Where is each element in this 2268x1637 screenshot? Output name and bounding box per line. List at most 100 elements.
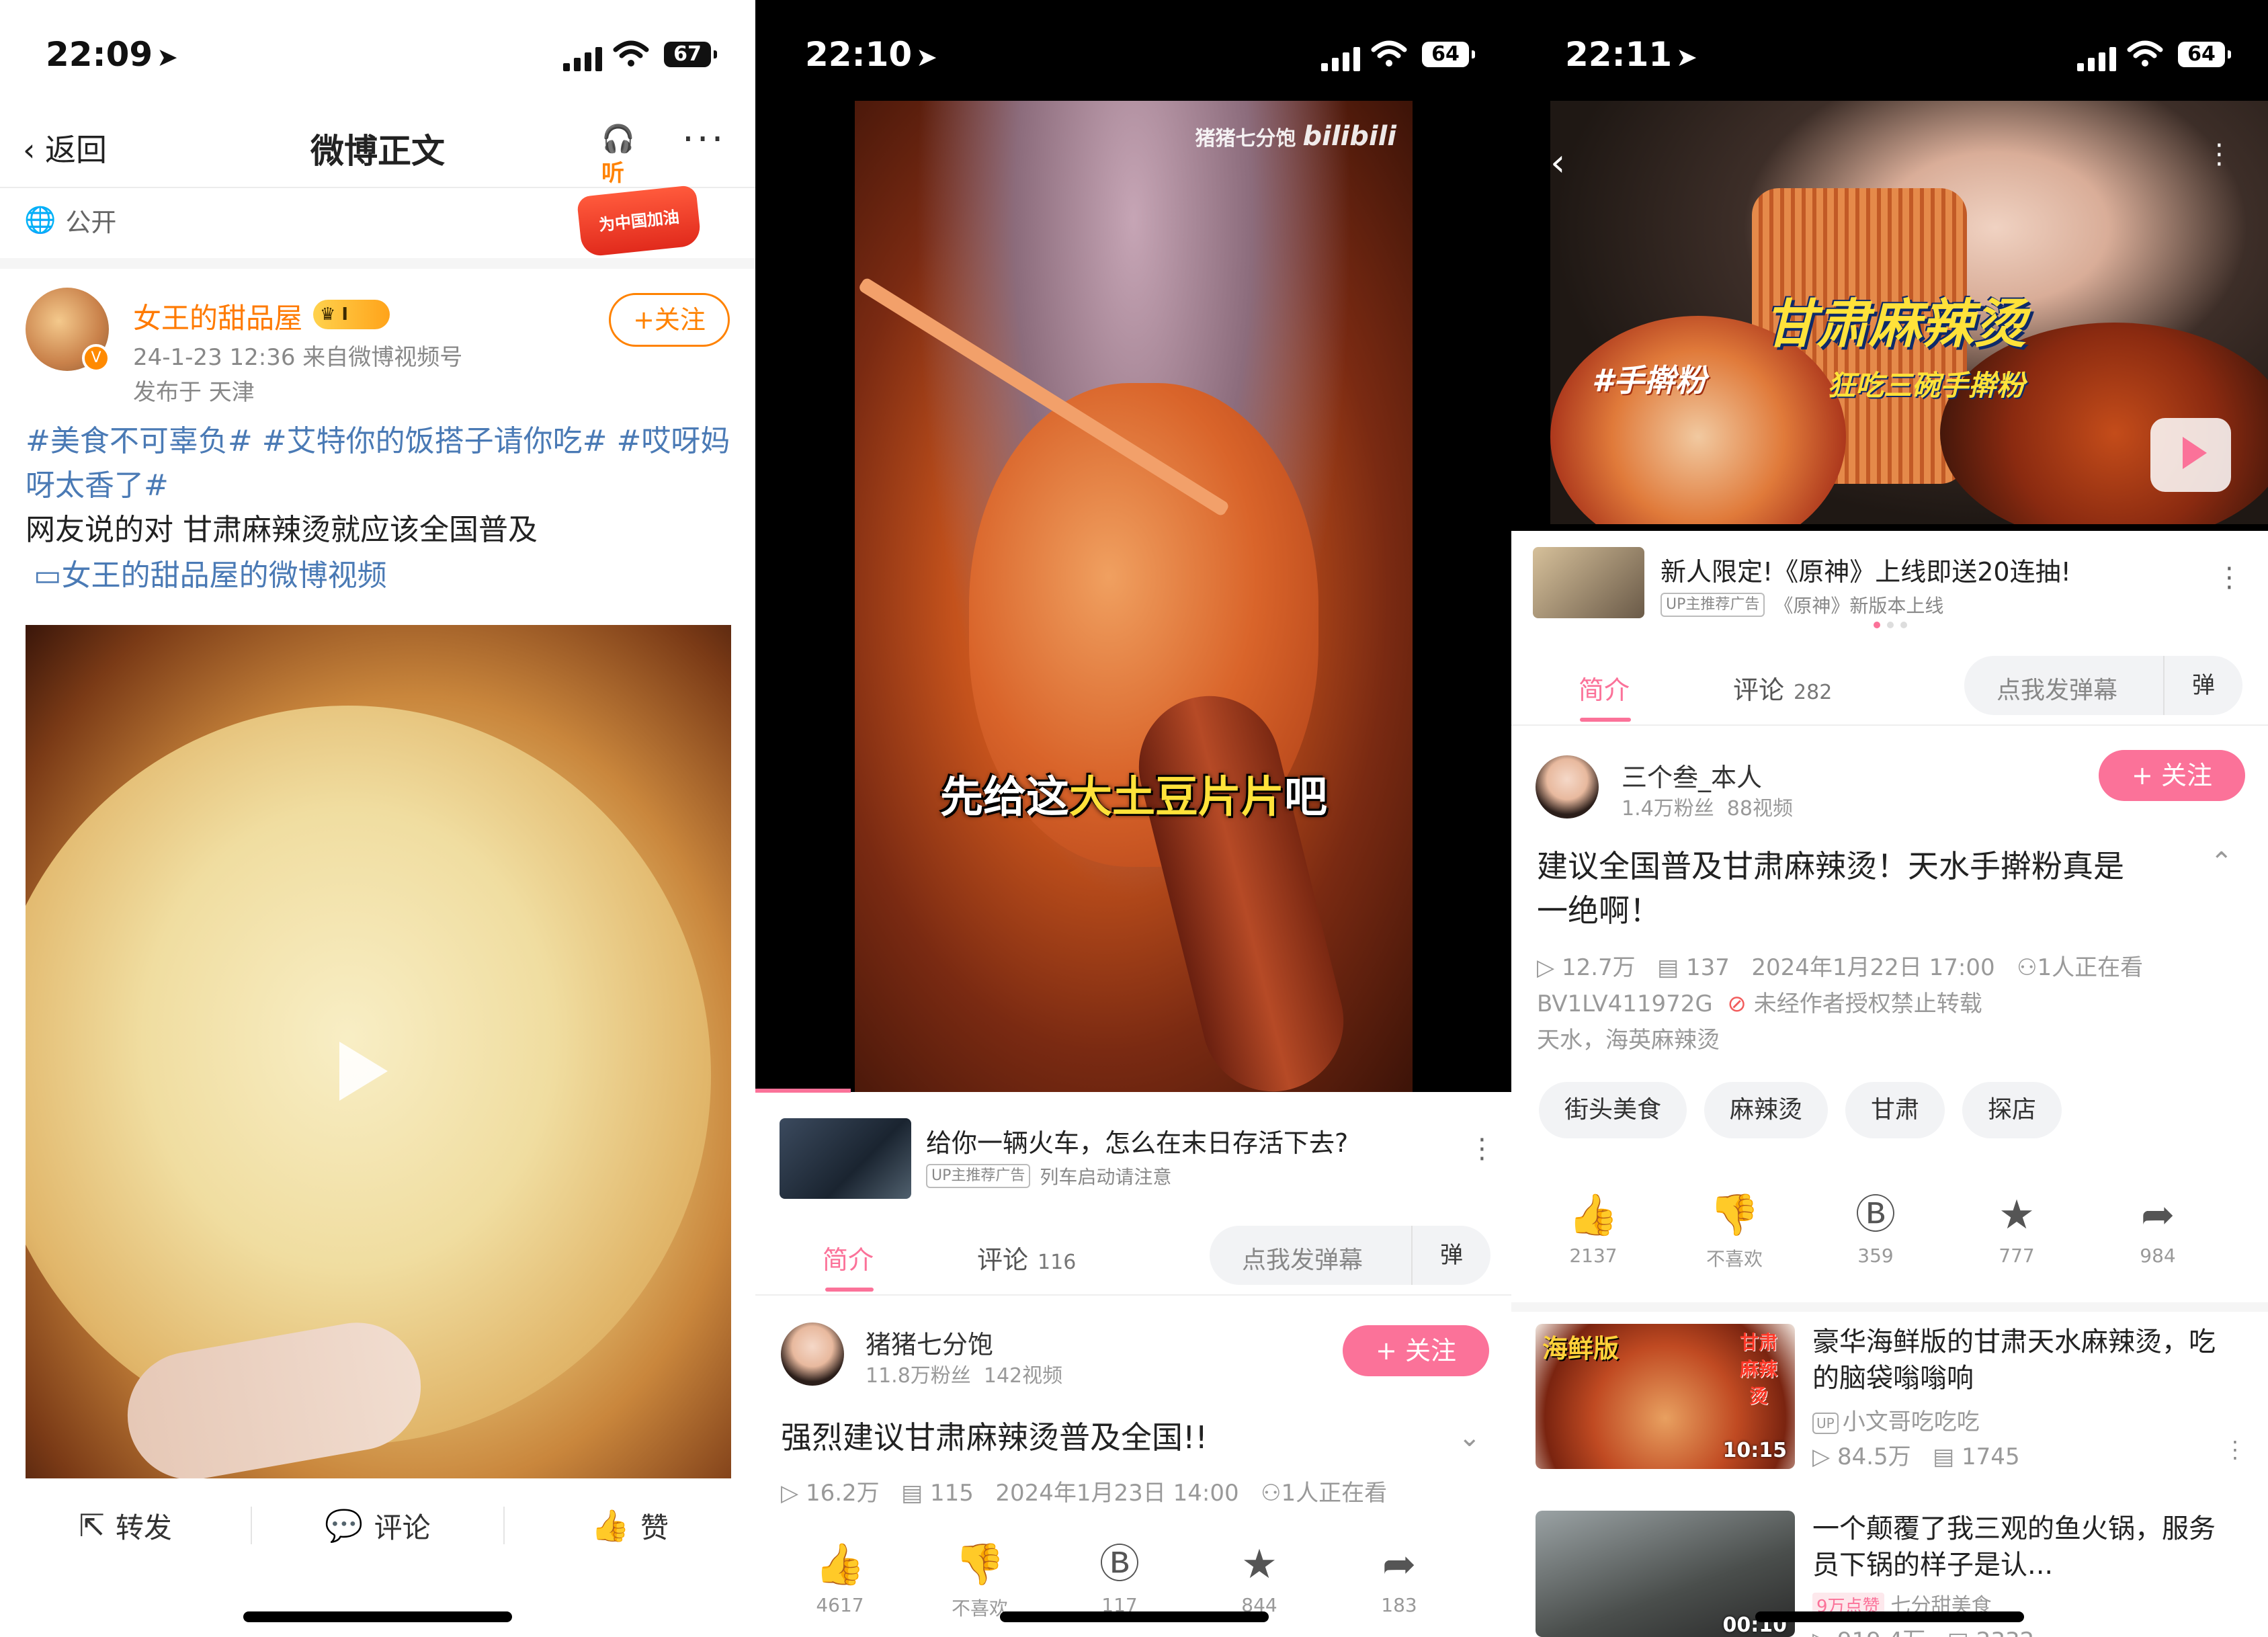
ad-banner[interactable]: 新人限定!《原神》上线即送20连抽! UP主推荐广告 《原神》新版本上线 · · · [1511, 531, 2268, 632]
ad-banner[interactable]: 给你一辆火车，怎么在末日存活下去? UP主推荐广告 列车启动请注意 · · · [755, 1102, 1511, 1203]
uploader-stats: 1.4万粉丝 88视频 [1622, 797, 1793, 821]
chevron-up-icon[interactable]: ⌃ [2210, 847, 2233, 878]
status-bar: 22:11 ➤ 64 [1511, 0, 2268, 101]
coin-icon: Ⓑ [1855, 1191, 1896, 1239]
danmaku-count-icon: ▤ [901, 1480, 923, 1507]
listen-headphone-icon[interactable]: 🎧听 [601, 123, 657, 187]
share-button[interactable]: ➦ 183 [1345, 1539, 1453, 1616]
coin-button[interactable]: Ⓑ 359 [1822, 1189, 1929, 1267]
viewers-icon: ⚇ [2017, 954, 2038, 981]
globe-icon: 🌐 [24, 205, 56, 235]
visibility-row: 🌐 公开 [24, 202, 116, 239]
follow-button[interactable]: + 关注 [1343, 1325, 1489, 1376]
danmaku-count-icon: ▤ [1657, 954, 1679, 981]
tag-pill[interactable]: 麻辣烫 [1704, 1082, 1829, 1138]
uploader-row: 三个叁_本人 1.4万粉丝 88视频 + 关注 [1511, 750, 2268, 831]
action-bar: ⇱ 转发 💬 评论 👍 赞 [0, 1482, 755, 1569]
tag-pill[interactable]: 甘肃 [1845, 1082, 1945, 1138]
follow-button[interactable]: +关注 [609, 293, 730, 347]
play-count-icon: ▷ [781, 1480, 799, 1507]
recommended-video[interactable]: 海鲜版 甘肃麻辣烫 10:15 豪华海鲜版的甘肃天水麻辣烫，吃的脑袋嗡嗡响 UP… [1536, 1324, 2248, 1472]
author-name[interactable]: 女王的甜品屋 [133, 296, 302, 337]
uploader-avatar[interactable] [781, 1323, 844, 1386]
repost-button[interactable]: ⇱ 转发 [0, 1505, 251, 1546]
follow-button[interactable]: + 关注 [2099, 750, 2245, 801]
hashtag[interactable]: #艾特你的饭搭子请你吃# [262, 424, 607, 458]
like-button[interactable]: 👍 4617 [786, 1539, 894, 1616]
video-link[interactable]: ▭女王的甜品屋的微博视频 [34, 551, 387, 594]
ad-title: 给你一辆火车，怎么在末日存活下去? [926, 1128, 1349, 1158]
comment-button[interactable]: 💬 评论 [252, 1505, 503, 1546]
danmaku-count-icon: ▤ [1947, 1628, 1969, 1637]
video-player[interactable]: 猪猪七分饱 bilibili 先给这大土豆片片吧 [855, 101, 1413, 1092]
home-indicator [1000, 1611, 1269, 1622]
tab-underline [1580, 718, 1631, 722]
status-time: 22:11 ➤ [1565, 35, 1697, 74]
tag-pill[interactable]: 街头美食 [1539, 1082, 1687, 1138]
author-avatar[interactable]: V [26, 288, 110, 372]
share-button[interactable]: ➦ 984 [2104, 1189, 2212, 1267]
dislike-button[interactable]: 👎 不喜欢 [1681, 1189, 1788, 1271]
video-meta: ▷ 12.7万 ▤ 137 2024年1月22日 17:00 ⚇1人正在看 [1537, 954, 2144, 981]
back-arrow-icon[interactable]: ‹ [1550, 141, 1565, 185]
hashtag[interactable]: #美食不可辜负# [26, 424, 253, 458]
ad-thumbnail [780, 1118, 911, 1199]
video-id-row: BV1LV411972G ⊘ 未经作者授权禁止转载 [1537, 991, 1982, 1017]
like-button[interactable]: 👍 赞 [505, 1505, 755, 1546]
carousel-dots [1874, 622, 1907, 628]
home-indicator [1755, 1611, 2024, 1622]
tv-play-icon[interactable] [2150, 418, 2231, 492]
kebab-menu-icon[interactable]: · · · [2215, 132, 2224, 178]
share-arrow-icon: ➦ [1382, 1541, 1417, 1588]
play-icon[interactable] [339, 1042, 388, 1101]
danmaku-input[interactable]: 点我发弹幕 弹 [1964, 656, 2242, 715]
signal-icon [563, 47, 602, 71]
tab-comments[interactable]: 评论 282 [1733, 669, 1832, 706]
danmaku-input[interactable]: 点我发弹幕 弹 [1210, 1226, 1490, 1285]
post-body: #美食不可辜负# #艾特你的饭搭子请你吃# #哎呀妈呀太香了# 网友说的对 甘肃… [26, 419, 731, 552]
signal-icon [2077, 47, 2116, 71]
rec-title: 豪华海鲜版的甘肃天水麻辣烫，吃的脑袋嗡嗡响 [1812, 1327, 2216, 1394]
thumb-tag: #手擀粉 [1592, 362, 1707, 398]
like-button[interactable]: 👍 2137 [1540, 1189, 1647, 1267]
status-time: 22:10 ➤ [805, 35, 937, 74]
ad-tag: UP主推荐广告 [1661, 593, 1765, 617]
thumbs-up-icon: 👍 [1568, 1191, 1619, 1239]
coin-button[interactable]: Ⓑ 117 [1066, 1539, 1173, 1616]
uploader-avatar[interactable] [1536, 755, 1599, 818]
rec-author: UP 小文哥吃吃吃 [1812, 1403, 1980, 1436]
favorite-button[interactable]: ★ 777 [1963, 1189, 2070, 1267]
danmaku-toggle-icon[interactable]: 弹 [2163, 656, 2242, 715]
post-text: 网友说的对 甘肃麻辣烫就应该全国普及 [26, 513, 538, 547]
share-arrow-icon: ➦ [2140, 1191, 2175, 1239]
status-bar: 22:10 ➤ 64 [755, 0, 1511, 101]
tab-intro[interactable]: 简介 [1579, 669, 1630, 706]
play-count-icon: ▷ [1812, 1628, 1830, 1637]
status-time: 22:09 ➤ [46, 35, 178, 74]
thumb-title: 甘肃麻辣烫 [1764, 294, 2027, 355]
uploader-name[interactable]: 三个叁_本人 [1622, 757, 1762, 794]
danmaku-toggle-icon[interactable]: 弹 [1411, 1226, 1490, 1285]
ad-subtitle: 《原神》新版本上线 [1774, 595, 1944, 617]
thumbs-down-icon: 👎 [954, 1541, 1005, 1588]
campaign-badge[interactable]: 为中国加油 [576, 184, 702, 258]
dislike-button[interactable]: 👎 不喜欢 [926, 1539, 1034, 1621]
video-camera-icon: ▭ [34, 558, 62, 593]
chevron-down-icon[interactable]: ⌄ [1458, 1422, 1481, 1453]
progress-bar[interactable] [755, 1089, 851, 1093]
viewers-icon: ⚇ [1261, 1480, 1282, 1507]
kebab-menu-icon[interactable]: · · · [2232, 1431, 2238, 1469]
more-options-icon[interactable]: ··· [682, 118, 726, 161]
video-title: 建议全国普及甘肃麻辣烫！天水手擀粉真是 一绝啊！ [1537, 848, 2124, 929]
favorite-button[interactable]: ★ 844 [1206, 1539, 1313, 1616]
bilibili-panel-1: 22:10 ➤ 64 猪猪七分饱 bilibili 先给这大土豆片片吧 给你一辆火车… [755, 0, 1511, 1637]
kebab-menu-icon[interactable]: · · · [1478, 1127, 1486, 1173]
uploader-stats: 11.8万粉丝 142视频 [866, 1364, 1063, 1388]
uploader-name[interactable]: 猪猪七分饱 [866, 1324, 993, 1361]
tab-comments[interactable]: 评论 116 [977, 1239, 1076, 1276]
kebab-menu-icon[interactable]: · · · [2225, 556, 2234, 601]
ad-tag: UP主推荐广告 [926, 1164, 1031, 1188]
tag-pill[interactable]: 探店 [1962, 1082, 2062, 1138]
member-crown-badge: ♛ I [313, 300, 390, 329]
tab-intro[interactable]: 简介 [823, 1239, 874, 1276]
